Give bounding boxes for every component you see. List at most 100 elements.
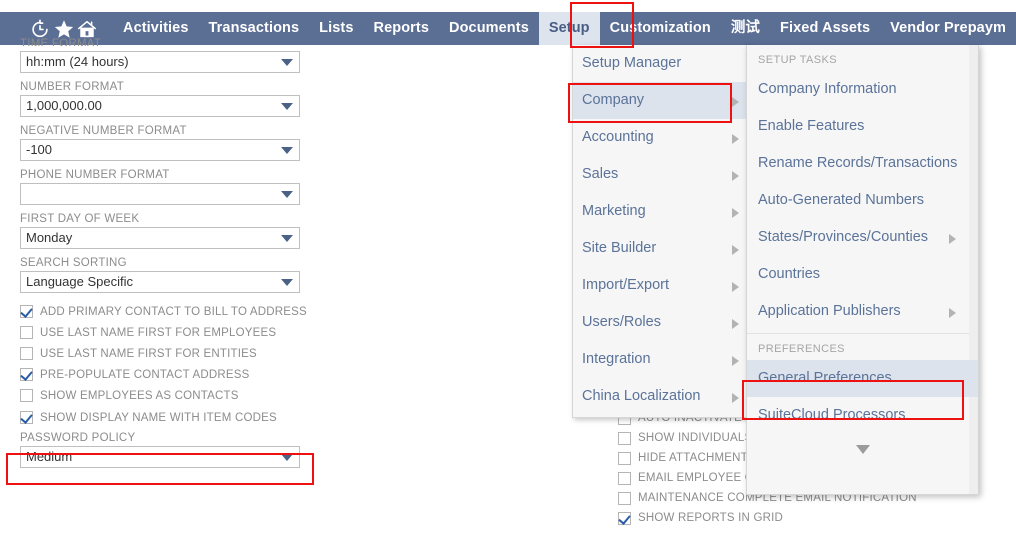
checkbox-row-prepopulate-contact-address[interactable]: PRE-POPULATE CONTACT ADDRESS — [20, 364, 330, 385]
checkbox-label-show-reports-in-grid: SHOW REPORTS IN GRID — [638, 512, 783, 524]
chevron-right-icon — [732, 134, 739, 144]
global-navigation-bar: Activities Transactions Lists Reports Do… — [0, 12, 1016, 45]
submenu-item-general-preferences[interactable]: General Preferences — [747, 360, 978, 397]
password-policy-label: PASSWORD POLICY — [20, 432, 136, 444]
checkbox-maintenance-complete-email[interactable] — [618, 491, 631, 505]
chevron-right-icon — [732, 245, 739, 255]
time-format-value: hh:mm (24 hours) — [26, 54, 129, 69]
checkbox-hide-attachment[interactable] — [618, 451, 631, 465]
menu-item-accounting[interactable]: Accounting — [573, 119, 749, 156]
submenu-label-company-information: Company Information — [758, 81, 897, 97]
checkbox-show-individuals[interactable] — [618, 431, 631, 445]
submenu-item-application-publishers[interactable]: Application Publishers — [747, 293, 978, 330]
nav-item-documents[interactable]: Documents — [439, 12, 539, 45]
first-day-of-week-select[interactable]: Monday — [20, 227, 300, 249]
checkbox-last-name-entities[interactable] — [20, 347, 33, 360]
submenu-label-rename-records-transactions: Rename Records/Transactions — [758, 155, 958, 171]
menu-item-import-export[interactable]: Import/Export — [573, 267, 749, 304]
menu-item-marketing[interactable]: Marketing — [573, 193, 749, 230]
checkbox-row-show-reports-in-grid[interactable]: SHOW REPORTS IN GRID — [618, 508, 1016, 528]
checkbox-label-show-display-name-with-item-codes: SHOW DISPLAY NAME WITH ITEM CODES — [40, 411, 277, 424]
first-day-of-week-label: FIRST DAY OF WEEK — [20, 213, 140, 225]
menu-label-integration: Integration — [582, 351, 651, 367]
chevron-right-icon — [732, 282, 739, 292]
search-sorting-value: Language Specific — [26, 274, 133, 289]
submenu-item-suitecloud-processors[interactable]: SuiteCloud Processors — [747, 397, 978, 434]
submenu-item-rename-records-transactions[interactable]: Rename Records/Transactions — [747, 145, 978, 182]
chevron-right-icon — [949, 308, 956, 318]
nav-item-customization[interactable]: Customization — [600, 12, 721, 45]
checkbox-row-last-name-entities[interactable]: USE LAST NAME FIRST FOR ENTITIES — [20, 343, 330, 364]
submenu-label-states-provinces-counties: States/Provinces/Counties — [758, 229, 929, 245]
chevron-down-icon — [281, 59, 293, 66]
nav-item-activities[interactable]: Activities — [113, 12, 198, 45]
menu-label-setup-manager: Setup Manager — [582, 55, 682, 71]
menu-label-china-localization: China Localization — [582, 388, 701, 404]
checkbox-last-name-employees[interactable] — [20, 326, 33, 339]
nav-item-fixed-assets[interactable]: Fixed Assets — [770, 12, 880, 45]
phone-number-format-select[interactable] — [20, 183, 300, 205]
chevron-down-icon — [281, 103, 293, 110]
nav-item-vendor-prepayment[interactable]: Vendor Prepaym — [880, 12, 1016, 45]
menu-label-accounting: Accounting — [582, 129, 654, 145]
checkbox-add-primary-contact[interactable] — [20, 305, 33, 318]
submenu-item-enable-features[interactable]: Enable Features — [747, 108, 978, 145]
checkbox-show-reports-in-grid[interactable] — [618, 511, 631, 525]
menu-label-import-export: Import/Export — [582, 277, 670, 293]
nav-item-lists[interactable]: Lists — [309, 12, 363, 45]
first-day-of-week-value: Monday — [26, 230, 73, 245]
nav-menu-list: Activities Transactions Lists Reports Do… — [113, 12, 1016, 45]
submenu-label-application-publishers: Application Publishers — [758, 303, 901, 319]
search-sorting-label: SEARCH SORTING — [20, 257, 127, 269]
checkbox-show-employees-as-contacts[interactable] — [20, 389, 33, 402]
phone-number-format-label: PHONE NUMBER FORMAT — [20, 169, 170, 181]
menu-item-site-builder[interactable]: Site Builder — [573, 230, 749, 267]
negative-number-format-label: NEGATIVE NUMBER FORMAT — [20, 125, 187, 137]
submenu-item-states-provinces-counties[interactable]: States/Provinces/Counties — [747, 219, 978, 256]
nav-item-setup[interactable]: Setup — [538, 12, 600, 45]
checkbox-row-add-primary-contact[interactable]: ADD PRIMARY CONTACT TO BILL TO ADDRESS — [20, 301, 330, 322]
submenu-item-countries[interactable]: Countries — [747, 256, 978, 293]
password-policy-select[interactable]: Medium — [20, 446, 300, 468]
chevron-right-icon — [732, 208, 739, 218]
menu-item-integration[interactable]: Integration — [573, 341, 749, 378]
menu-item-users-roles[interactable]: Users/Roles — [573, 304, 749, 341]
chevron-right-icon — [732, 319, 739, 329]
company-submenu: SETUP TASKS Company Information Enable F… — [746, 45, 979, 495]
submenu-item-company-information[interactable]: Company Information — [747, 71, 978, 108]
negative-number-format-value: -100 — [26, 142, 53, 157]
checkbox-label-last-name-entities: USE LAST NAME FIRST FOR ENTITIES — [40, 347, 257, 360]
checkbox-row-show-display-name-with-item-codes[interactable]: SHOW DISPLAY NAME WITH ITEM CODES — [20, 406, 330, 429]
menu-item-company[interactable]: Company — [573, 82, 749, 119]
submenu-label-auto-generated-numbers: Auto-Generated Numbers — [758, 192, 925, 208]
checkbox-email-employee-on-approvals[interactable] — [618, 471, 631, 485]
checkbox-show-display-name-with-item-codes[interactable] — [20, 411, 33, 424]
negative-number-format-select[interactable]: -100 — [20, 139, 300, 161]
submenu-item-auto-generated-numbers[interactable]: Auto-Generated Numbers — [747, 182, 978, 219]
menu-item-sales[interactable]: Sales — [573, 156, 749, 193]
submenu-label-countries: Countries — [758, 266, 821, 282]
checkbox-label-show-individuals: SHOW INDIVIDUALS — [638, 432, 753, 444]
nav-item-reports[interactable]: Reports — [364, 12, 440, 45]
number-format-label: NUMBER FORMAT — [20, 81, 124, 93]
number-format-value: 1,000,000.00 — [26, 98, 102, 113]
checkbox-row-show-employees-as-contacts[interactable]: SHOW EMPLOYEES AS CONTACTS — [20, 385, 330, 406]
menu-item-china-localization[interactable]: China Localization — [573, 378, 749, 415]
checkbox-prepopulate-contact-address[interactable] — [20, 368, 33, 381]
search-sorting-select[interactable]: Language Specific — [20, 271, 300, 293]
submenu-section-preferences: PREFERENCES — [758, 343, 845, 355]
submenu-scroll-more-button[interactable] — [747, 434, 978, 464]
chevron-right-icon — [949, 234, 956, 244]
password-policy-value: Medium — [26, 449, 73, 464]
number-format-select[interactable]: 1,000,000.00 — [20, 95, 300, 117]
nav-item-ceshi[interactable]: 测试 — [721, 12, 770, 45]
checkbox-row-last-name-employees[interactable]: USE LAST NAME FIRST FOR EMPLOYEES — [20, 322, 330, 343]
chevron-right-icon — [732, 171, 739, 181]
submenu-label-enable-features: Enable Features — [758, 118, 865, 134]
chevron-down-icon — [281, 235, 293, 242]
menu-item-setup-manager[interactable]: Setup Manager — [573, 45, 749, 82]
time-format-select[interactable]: hh:mm (24 hours) — [20, 51, 300, 73]
chevron-down-icon — [281, 191, 293, 198]
chevron-down-icon — [281, 147, 293, 154]
nav-item-transactions[interactable]: Transactions — [199, 12, 310, 45]
